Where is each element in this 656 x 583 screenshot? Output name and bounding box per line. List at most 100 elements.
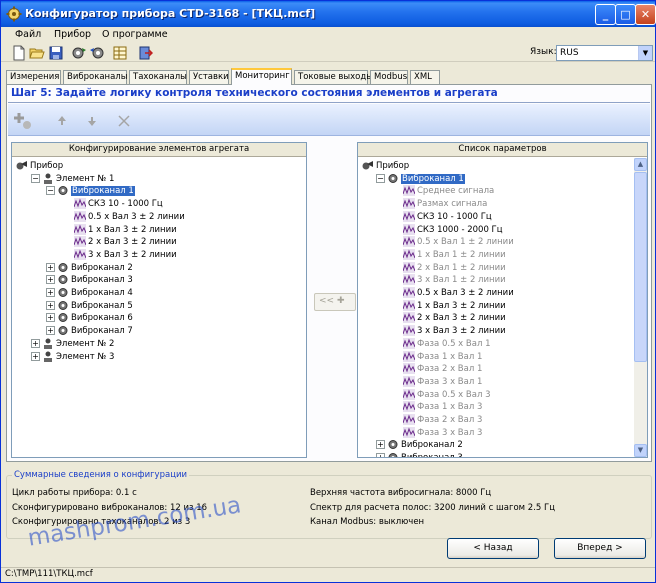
tree-item[interactable]: 3 x Вал 1 ± 2 линии (390, 274, 506, 286)
new-file-icon[interactable] (11, 45, 27, 61)
tree-item[interactable]: Фаза 1 x Вал 3 (390, 401, 482, 413)
tree-item[interactable]: + Виброканал 4 (46, 287, 133, 299)
tree-item[interactable]: Фаза 1 x Вал 1 (390, 350, 482, 363)
next-button[interactable]: Вперед > (554, 538, 646, 559)
tree-item[interactable]: Прибор (16, 160, 63, 172)
tree-item[interactable]: Фаза 0.5 x Вал 1 (390, 337, 491, 350)
app-window: Конфигуратор прибора CTD-3168 - [ТКЦ.mcf… (0, 0, 656, 583)
tree-item[interactable]: 3 x Вал 3 ± 2 линии (390, 325, 506, 337)
maximize-button[interactable]: □ (615, 4, 636, 25)
expand-icon[interactable]: + (46, 288, 55, 297)
scroll-thumb[interactable] (634, 172, 647, 362)
tree-item[interactable]: 0.5 x Вал 3 ± 2 линии (61, 210, 185, 223)
tree-item[interactable]: 1 x Вал 3 ± 2 линии (390, 299, 506, 312)
back-button[interactable]: < Назад (447, 538, 539, 559)
tab-monitoring[interactable]: Мониторинг (231, 68, 292, 85)
expand-icon[interactable]: + (46, 275, 55, 285)
tree-item[interactable]: 3 x Вал 3 ± 2 линии (61, 248, 177, 261)
expand-icon[interactable]: + (31, 338, 40, 348)
menu-file[interactable]: Файл (15, 29, 41, 40)
tree-item[interactable]: 1 x Вал 1 ± 2 линии (390, 248, 506, 261)
tree-item-label: 0.5 x Вал 3 ± 2 линии (88, 211, 185, 222)
exit-icon[interactable] (137, 45, 153, 61)
tab-current-outputs[interactable]: Токовые выходы (294, 70, 373, 84)
tree-item[interactable]: СКЗ 1000 - 2000 Гц (390, 223, 503, 236)
collapse-icon[interactable]: − (46, 186, 55, 196)
tree-item[interactable]: − Виброканал 1 (376, 173, 465, 185)
tree-item[interactable]: Фаза 3 x Вал 3 (390, 426, 482, 439)
tab-modbus[interactable]: Modbus (370, 70, 408, 84)
tab-tacho-channels[interactable]: Тахоканалы (129, 70, 187, 84)
language-select[interactable]: RUS ▼ (556, 45, 653, 61)
chevron-down-icon[interactable]: ▼ (638, 46, 652, 60)
tree-item[interactable]: Фаза 3 x Вал 1 (390, 375, 482, 388)
close-button[interactable]: ✕ (635, 4, 656, 25)
parameter-icon (403, 198, 415, 210)
tree-item[interactable]: − Элемент № 1 (31, 173, 114, 185)
element-icon (44, 338, 52, 349)
tree-item[interactable]: + Виброканал 3 (376, 452, 463, 457)
tree-item[interactable]: 1 x Вал 3 ± 2 линии (61, 223, 177, 236)
tree-item[interactable]: СКЗ 10 - 1000 Гц (390, 210, 492, 223)
parameter-list-tree[interactable]: Список параметров ▲ ▼ Прибор − Виброканал … (357, 142, 648, 458)
menu-device[interactable]: Прибор (54, 29, 91, 40)
title-bar[interactable]: Конфигуратор прибора CTD-3168 - [ТКЦ.mcf… (1, 1, 656, 27)
tree-item[interactable]: Среднее сигнала (390, 185, 494, 197)
expand-icon[interactable]: + (46, 326, 55, 336)
tree-item[interactable]: Фаза 0.5 x Вал 3 (390, 388, 491, 401)
tree-item[interactable]: Размах сигнала (390, 198, 487, 210)
parameter-icon (74, 210, 86, 222)
channel-gear-icon (58, 326, 68, 336)
read-device-icon[interactable] (71, 45, 87, 61)
channel-gear-icon (58, 275, 68, 285)
expand-icon[interactable]: + (46, 262, 55, 272)
collapse-icon[interactable]: − (31, 173, 40, 183)
tab-vibro-channels[interactable]: Виброканалы (63, 70, 127, 84)
vertical-scrollbar[interactable]: ▲ ▼ (634, 158, 647, 457)
delete-icon[interactable] (114, 111, 134, 131)
tree-item[interactable]: + Виброканал 2 (376, 439, 463, 451)
tree-item[interactable]: 0.5 x Вал 3 ± 2 линии (390, 287, 514, 299)
expand-icon[interactable]: + (46, 300, 55, 310)
tree-item[interactable]: + Элемент № 3 (31, 351, 114, 363)
minimize-button[interactable]: _ (595, 4, 616, 25)
expand-icon[interactable]: + (31, 351, 40, 361)
add-parameter-button[interactable]: << ✚ (314, 293, 356, 311)
tree-item[interactable]: 0.5 x Вал 1 ± 2 линии (390, 236, 514, 248)
tree-item[interactable]: + Виброканал 3 (46, 274, 133, 286)
tab-xml[interactable]: XML (410, 70, 440, 84)
scroll-up-icon[interactable]: ▲ (634, 158, 647, 171)
menu-about[interactable]: О программе (102, 29, 168, 40)
expand-icon[interactable]: + (376, 440, 385, 450)
tree-item[interactable]: + Виброканал 2 (46, 262, 133, 274)
collapse-icon[interactable]: − (376, 173, 385, 183)
scroll-down-icon[interactable]: ▼ (634, 444, 647, 457)
expand-icon[interactable]: + (46, 313, 55, 323)
tab-measurements[interactable]: Измерения (6, 70, 61, 84)
tree-item[interactable]: + Виброканал 5 (46, 300, 133, 312)
add-element-icon[interactable] (14, 111, 34, 131)
tree-item[interactable]: 2 x Вал 1 ± 2 линии (390, 261, 506, 274)
open-folder-icon[interactable] (29, 45, 45, 61)
tree-item[interactable]: СКЗ 10 - 1000 Гц (61, 198, 163, 210)
parameter-icon (403, 426, 415, 438)
tree-item[interactable]: + Виброканал 6 (46, 312, 133, 324)
move-up-icon[interactable] (52, 111, 72, 131)
write-device-icon[interactable] (89, 45, 105, 61)
tree-item[interactable]: Фаза 2 x Вал 3 (390, 414, 482, 426)
tree-item[interactable]: 2 x Вал 3 ± 2 линии (390, 312, 506, 324)
parameter-icon (74, 223, 86, 235)
tree-item[interactable]: + Элемент № 2 (31, 338, 114, 350)
tree-item[interactable]: Фаза 2 x Вал 1 (390, 363, 482, 375)
table-view-icon[interactable] (112, 45, 128, 61)
tree-item[interactable]: + Виброканал 7 (46, 325, 133, 337)
tree-item[interactable]: 2 x Вал 3 ± 2 линии (61, 236, 177, 248)
move-down-icon[interactable] (82, 111, 102, 131)
tree-item[interactable]: Прибор (362, 160, 409, 172)
language-value: RUS (560, 48, 579, 58)
element-config-tree[interactable]: Конфигурирование элементов агрегата Приб… (11, 142, 307, 458)
tab-setpoints[interactable]: Уставки (189, 70, 229, 84)
save-icon[interactable] (48, 45, 64, 61)
tree-item[interactable]: − Виброканал 1 (46, 185, 135, 197)
expand-icon[interactable]: + (376, 453, 385, 457)
